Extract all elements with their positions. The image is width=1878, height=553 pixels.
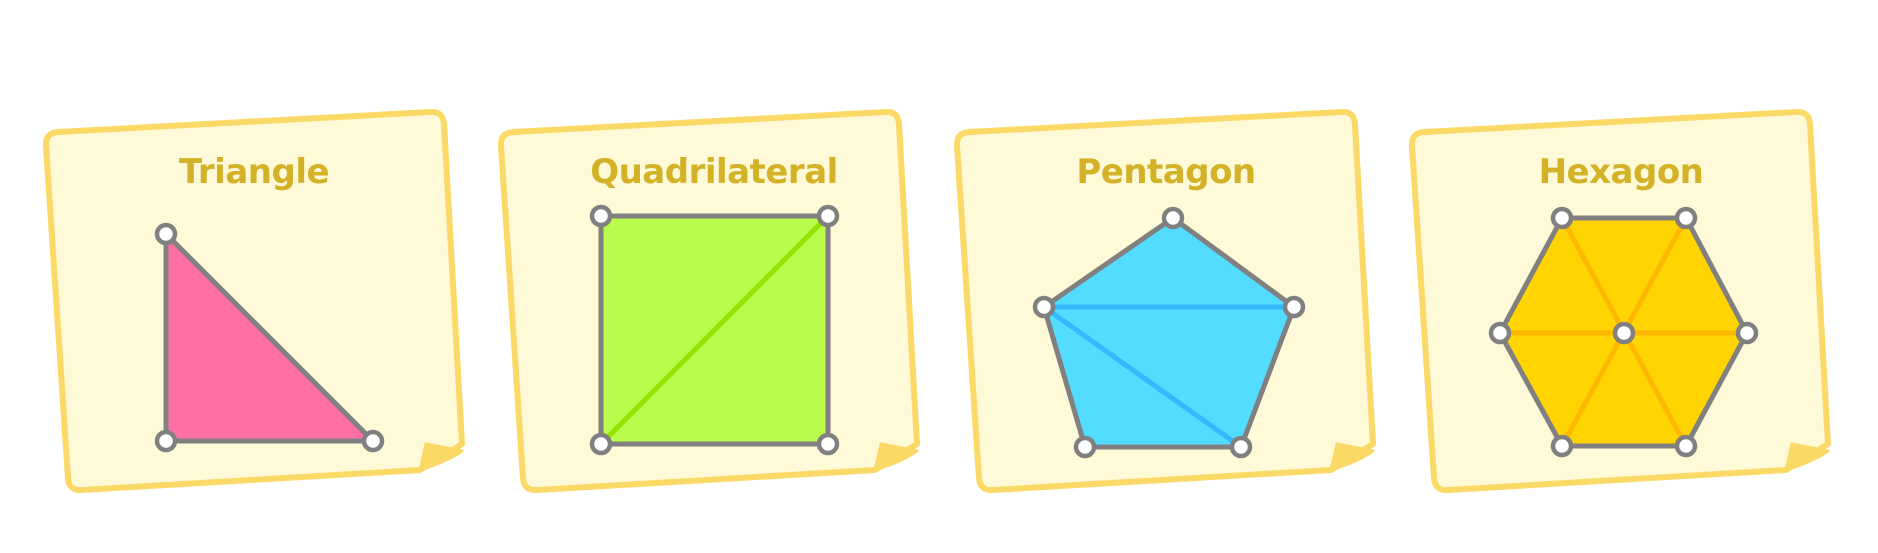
vertex-point: [816, 204, 840, 228]
card-triangle: Triangle: [42, 108, 465, 494]
vertex-point: [1488, 321, 1512, 345]
vertex-point: [1032, 295, 1056, 319]
card-quadrilateral: Quadrilateral: [497, 108, 920, 494]
card-title: Hexagon: [1539, 152, 1704, 192]
card-hexagon: Hexagon: [1408, 108, 1831, 494]
vertex-point: [1073, 435, 1097, 459]
card-title: Pentagon: [1076, 152, 1255, 192]
quadrilateral-shape: [589, 204, 840, 456]
vertex-point: [1612, 321, 1636, 345]
card-pentagon: Pentagon: [953, 108, 1376, 494]
vertex-point: [1735, 321, 1759, 345]
vertex-point: [1674, 206, 1698, 230]
vertex-point: [1550, 434, 1574, 458]
vertex-point: [1674, 434, 1698, 458]
card-title: Quadrilateral: [590, 152, 838, 192]
vertex-point: [1282, 295, 1306, 319]
vertex-point: [1161, 206, 1185, 230]
shapes-diagram: Triangle Quadrilateral Pentagon Hexagon: [42, 108, 1831, 494]
vertex-point: [589, 204, 613, 228]
vertex-point: [589, 432, 613, 456]
vertex-point: [361, 429, 385, 453]
vertex-point: [1229, 435, 1253, 459]
vertex-point: [154, 429, 178, 453]
card-title: Triangle: [179, 152, 329, 192]
vertex-point: [1550, 206, 1574, 230]
vertex-point: [816, 432, 840, 456]
vertex-point: [154, 222, 178, 246]
